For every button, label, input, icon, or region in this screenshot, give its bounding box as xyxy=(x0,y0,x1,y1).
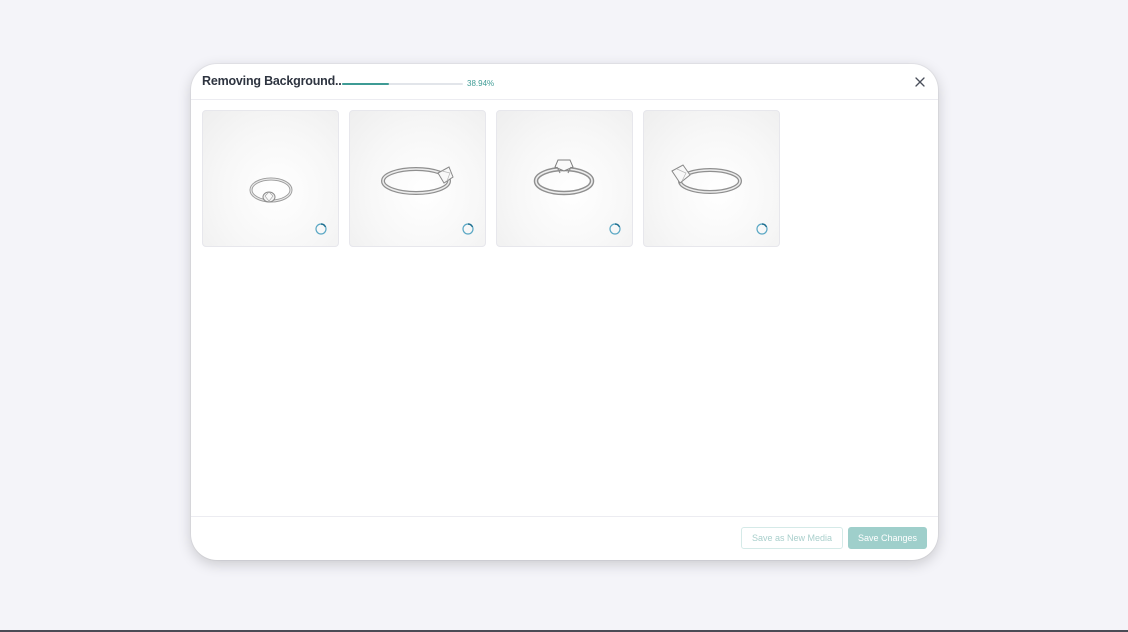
dialog-footer: Save as New Media Save Changes xyxy=(191,516,938,560)
dialog-title: Removing Background... xyxy=(202,74,345,88)
loading-spinner-icon xyxy=(462,223,474,235)
close-button[interactable] xyxy=(913,75,927,89)
progress-percent-label: 38.94% xyxy=(467,79,495,88)
media-thumbnail[interactable] xyxy=(643,110,780,247)
progress-bar-fill xyxy=(342,83,390,85)
media-thumbnail[interactable] xyxy=(202,110,339,247)
loading-spinner-icon xyxy=(609,223,621,235)
loading-spinner-icon xyxy=(315,223,327,235)
progress-bar xyxy=(342,83,463,85)
media-thumbnail[interactable] xyxy=(496,110,633,247)
save-changes-button[interactable]: Save Changes xyxy=(848,527,927,549)
loading-spinner-icon xyxy=(756,223,768,235)
media-thumbnail[interactable] xyxy=(349,110,486,247)
close-icon xyxy=(915,77,925,87)
dialog-header: Removing Background... 38.94% xyxy=(191,64,938,100)
save-as-new-media-button[interactable]: Save as New Media xyxy=(741,527,843,549)
remove-background-dialog: Removing Background... 38.94% Save as Ne… xyxy=(191,64,938,560)
